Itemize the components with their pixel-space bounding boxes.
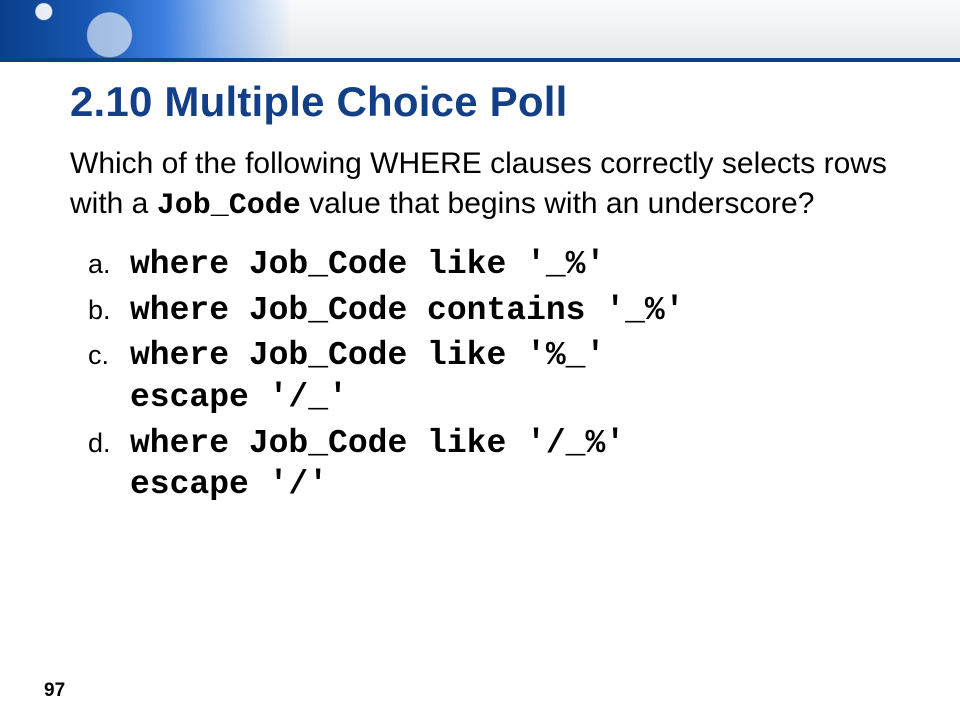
option-b: b. where Job_Code contains '_%' <box>88 290 890 332</box>
option-code: where Job_Code like '_%' <box>130 244 605 286</box>
slide: 2.10 Multiple Choice Poll Which of the f… <box>0 0 960 720</box>
options-list: a. where Job_Code like '_%' b. where Job… <box>70 244 890 505</box>
question-text: Which of the following WHERE clauses cor… <box>70 144 890 226</box>
header-decoration <box>0 0 960 62</box>
page-number: 97 <box>44 680 65 702</box>
option-a: a. where Job_Code like '_%' <box>88 244 890 286</box>
option-letter: d. <box>88 423 130 459</box>
slide-content: 2.10 Multiple Choice Poll Which of the f… <box>70 70 890 670</box>
question-code: Job_Code <box>157 189 301 223</box>
slide-title: 2.10 Multiple Choice Poll <box>70 78 890 126</box>
option-letter: b. <box>88 290 130 326</box>
option-code: where Job_Code contains '_%' <box>130 290 685 332</box>
question-post: value that begins with an underscore? <box>301 187 815 220</box>
option-d: d. where Job_Code like '/_%' escape '/' <box>88 423 890 506</box>
option-code: where Job_Code like '%_' escape '/_' <box>130 335 605 418</box>
option-letter: c. <box>88 335 130 371</box>
option-c: c. where Job_Code like '%_' escape '/_' <box>88 335 890 418</box>
option-letter: a. <box>88 244 130 280</box>
option-code: where Job_Code like '/_%' escape '/' <box>130 423 625 506</box>
